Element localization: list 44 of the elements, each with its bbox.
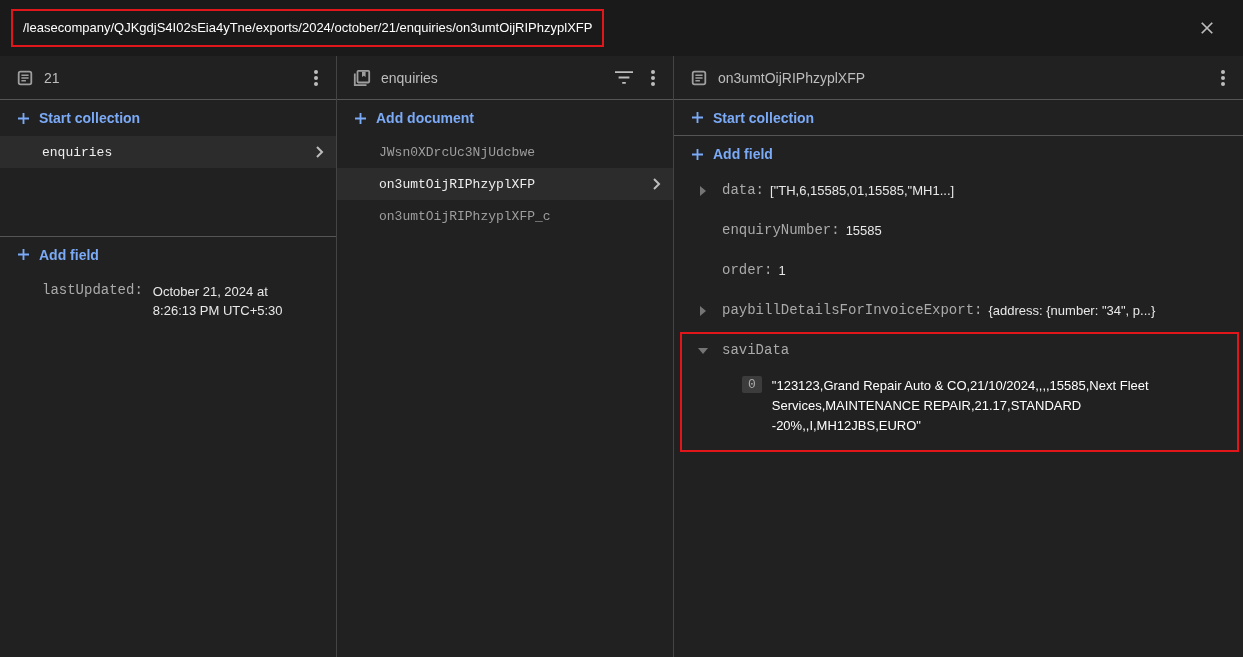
panel-title: on3umtOijRIPhzyplXFP xyxy=(718,69,866,86)
list-item[interactable]: on3umtOijRIPhzyplXFP_c xyxy=(337,200,673,232)
add-button[interactable]: Add document xyxy=(337,100,673,136)
list-item[interactable]: enquiries xyxy=(0,136,336,168)
add-field-button[interactable]: Add field xyxy=(0,236,336,272)
list-item[interactable]: JWsn0XDrcUc3NjUdcbwe xyxy=(337,136,673,168)
path-field[interactable]: /leasecompany/QJKgdjS4I02sEia4yTne/exports/2024/october/21/enquiries/on3umtOijRIPhzyplXFP xyxy=(11,9,605,47)
add-field-button[interactable]: Add field xyxy=(674,136,1243,172)
plus-icon xyxy=(692,112,703,123)
collection-icon xyxy=(353,68,371,87)
more-icon[interactable] xyxy=(651,69,655,86)
panel-title: enquiries xyxy=(381,69,438,86)
field-name: lastUpdated: xyxy=(42,282,143,298)
field-value: {address: {number: "34", p...} xyxy=(988,303,1156,318)
field-name: order: xyxy=(722,262,773,278)
plus-icon xyxy=(18,249,29,260)
field-name: paybillDetailsForInvoiceExport: xyxy=(722,302,983,318)
panel-title: 21 xyxy=(44,69,60,86)
chevron-icon xyxy=(653,178,661,190)
chevron-icon xyxy=(316,146,324,158)
document-icon xyxy=(16,68,34,87)
field-value: 15585 xyxy=(845,223,882,238)
expand-arrow-icon[interactable] xyxy=(698,306,708,316)
add-button[interactable]: Start collection xyxy=(0,100,336,136)
plus-icon xyxy=(692,148,703,160)
filter-icon[interactable] xyxy=(615,71,633,84)
field-name: data: xyxy=(722,182,764,198)
expand-arrow-icon[interactable] xyxy=(698,346,708,356)
field-name: saviData xyxy=(722,342,790,358)
document-icon xyxy=(690,68,708,87)
add-button[interactable]: Start collection xyxy=(674,100,1243,136)
field-value: 1 xyxy=(778,263,786,278)
field-name: enquiryNumber: xyxy=(722,222,840,238)
list-item[interactable]: on3umtOijRIPhzyplXFP xyxy=(337,168,673,200)
field-value: "123123,Grand Repair Auto & CO,21/10/2024,,,,15585,Next Fleet Services,MAINTENANCE REPAIR,21.17,STANDARD -20%,,I,MH12JBS,EURO" xyxy=(771,377,1150,435)
field-value: October 21, 2024 at 8:26:13 PM UTC+5:30 xyxy=(152,283,284,320)
expand-arrow-icon[interactable] xyxy=(698,186,708,196)
index-badge: 0 xyxy=(742,376,762,393)
more-icon[interactable] xyxy=(1221,69,1225,86)
more-icon[interactable] xyxy=(314,69,318,86)
plus-icon xyxy=(18,112,29,124)
field-value: ["TH,6,15585,01,15585,"MH1...] xyxy=(770,183,955,198)
plus-icon xyxy=(355,112,366,124)
close-icon[interactable] xyxy=(1200,21,1214,35)
